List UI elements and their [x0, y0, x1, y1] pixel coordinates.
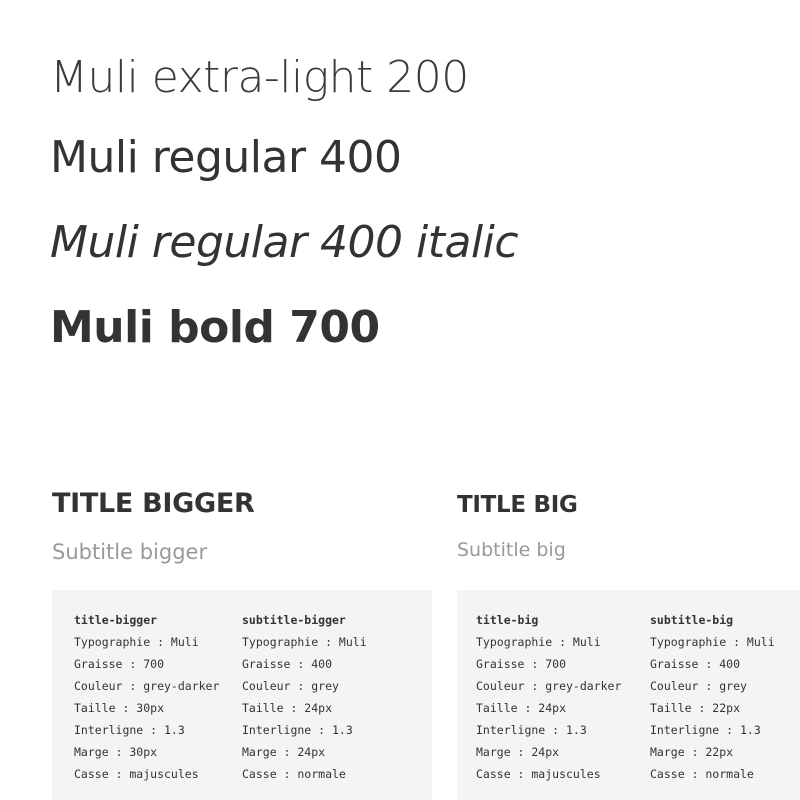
spec-line: Graisse : 400 — [242, 657, 333, 671]
spec-name: title-bigger — [74, 613, 158, 627]
spec-line: Taille : 22px — [650, 701, 741, 715]
subtitle-bigger-example: Subtitle bigger — [52, 540, 208, 564]
spec-line: Couleur : grey-darker — [476, 679, 622, 693]
spec-line: Casse : normale — [242, 767, 346, 781]
font-sample-regular: Muli regular 400 — [50, 132, 402, 183]
spec-line: Casse : majuscules — [476, 767, 601, 781]
spec-name: subtitle-bigger — [242, 613, 346, 627]
spec-line: Casse : normale — [650, 767, 754, 781]
spec-column-subtitle-bigger: subtitle-bigger Typographie : Muli Grais… — [242, 612, 367, 788]
spec-line: Interligne : 1.3 — [242, 723, 353, 737]
title-big-example: TITLE BIG — [457, 492, 578, 518]
font-sample-italic: Muli regular 400 italic — [50, 217, 519, 268]
spec-name: title-big — [476, 613, 539, 627]
font-sample-bold: Muli bold 700 — [50, 302, 380, 353]
spec-line: Typographie : Muli — [476, 635, 601, 649]
spec-column-title-big: title-big Typographie : Muli Graisse : 7… — [476, 612, 621, 788]
font-sample-extra-light: Muli extra-light 200 — [50, 52, 469, 103]
spec-line: Taille : 24px — [476, 701, 567, 715]
spec-line: Marge : 24px — [242, 745, 326, 759]
spec-line: Couleur : grey — [242, 679, 339, 693]
spec-line: Graisse : 400 — [650, 657, 741, 671]
spec-column-subtitle-big: subtitle-big Typographie : Muli Graisse … — [650, 612, 775, 788]
spec-line: Marge : 24px — [476, 745, 560, 759]
spec-line: Taille : 30px — [74, 701, 165, 715]
subtitle-big-example: Subtitle big — [457, 539, 566, 561]
spec-line: Typographie : Muli — [74, 635, 199, 649]
spec-line: Couleur : grey — [650, 679, 747, 693]
spec-line: Couleur : grey-darker — [74, 679, 220, 693]
spec-panel-big: title-big Typographie : Muli Graisse : 7… — [457, 590, 800, 800]
spec-name: subtitle-big — [650, 613, 734, 627]
spec-line: Typographie : Muli — [242, 635, 367, 649]
spec-panel-bigger: title-bigger Typographie : Muli Graisse … — [52, 590, 432, 800]
spec-line: Interligne : 1.3 — [650, 723, 761, 737]
spec-line: Interligne : 1.3 — [74, 723, 185, 737]
spec-line: Typographie : Muli — [650, 635, 775, 649]
spec-line: Taille : 24px — [242, 701, 333, 715]
spec-column-title-bigger: title-bigger Typographie : Muli Graisse … — [74, 612, 219, 788]
spec-line: Interligne : 1.3 — [476, 723, 587, 737]
title-bigger-example: TITLE BIGGER — [52, 488, 255, 519]
spec-line: Graisse : 700 — [476, 657, 567, 671]
spec-line: Casse : majuscules — [74, 767, 199, 781]
spec-line: Marge : 30px — [74, 745, 158, 759]
spec-line: Graisse : 700 — [74, 657, 165, 671]
spec-line: Marge : 22px — [650, 745, 734, 759]
